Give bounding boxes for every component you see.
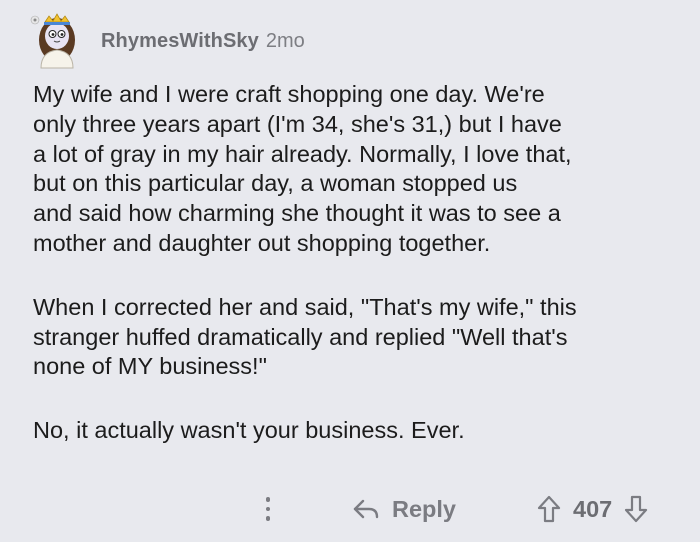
more-options-icon[interactable] [258, 492, 278, 526]
more-dot [265, 497, 271, 502]
comment-header: RhymesWithSky 2mo [27, 10, 305, 72]
reply-arrow-icon [352, 498, 380, 520]
comment-age: 2mo [265, 29, 305, 52]
upvote-arrow-icon[interactable] [537, 495, 561, 523]
more-dot [265, 506, 271, 512]
vote-score: 407 [573, 495, 613, 522]
comment-body: My wife and I were craft shopping one da… [33, 80, 673, 446]
comment-paragraph: My wife and I were craft shopping one da… [33, 81, 572, 256]
more-dot [265, 516, 271, 521]
comment-card: RhymesWithSky 2mo My wife and I were cra… [0, 0, 700, 542]
avatar[interactable] [27, 10, 89, 72]
comment-paragraph: No, it actually wasn't your business. Ev… [33, 417, 465, 444]
comment-paragraph: When I corrected her and said, "That's m… [33, 293, 577, 380]
reply-label: Reply [392, 495, 456, 522]
reply-button[interactable]: Reply [352, 492, 456, 526]
downvote-arrow-icon[interactable] [624, 495, 648, 523]
username[interactable]: RhymesWithSky [101, 30, 259, 53]
vote-control: 407 [537, 492, 648, 526]
comment-actions: Reply 407 [0, 488, 700, 530]
